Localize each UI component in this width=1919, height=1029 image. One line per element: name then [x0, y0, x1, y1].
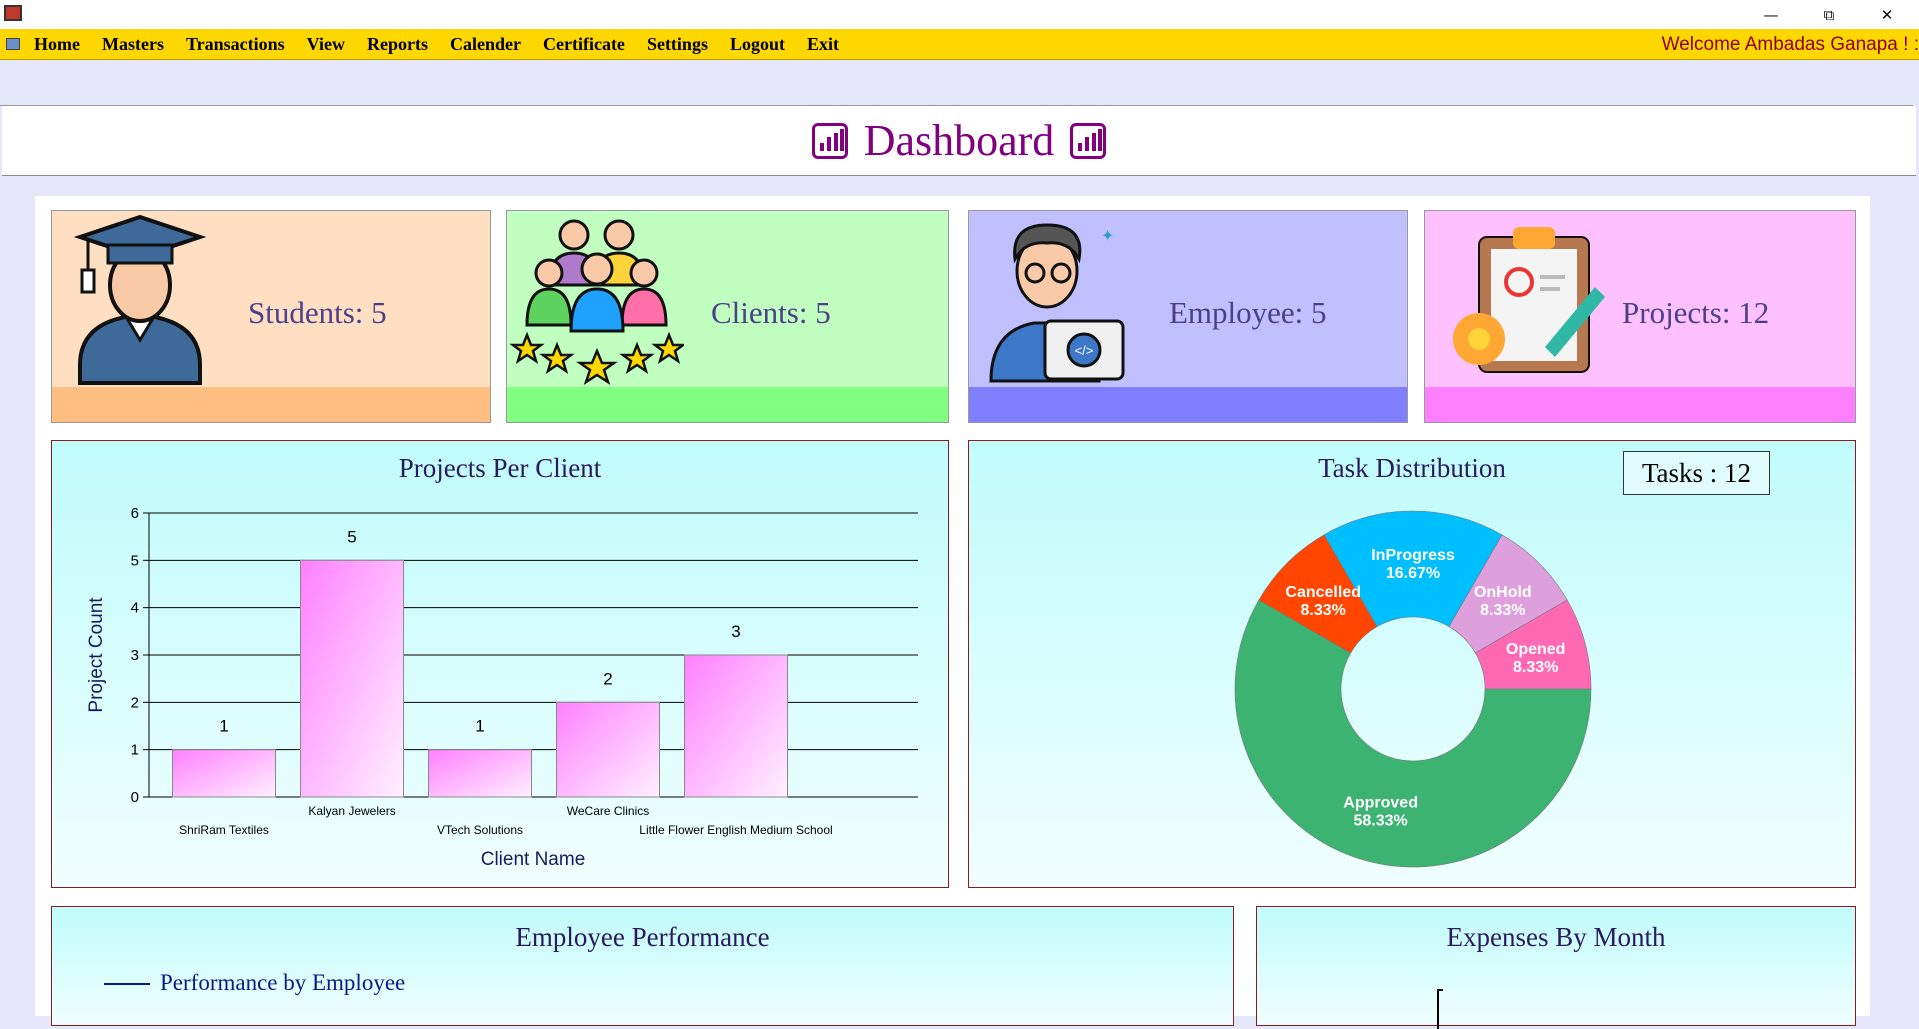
bar-chart-icon [1070, 122, 1107, 159]
project-clipboard-icon [1453, 227, 1605, 373]
minimize-icon[interactable]: — [1742, 0, 1800, 29]
menu-app-icon [6, 38, 20, 50]
dashboard-header: Dashboard [2, 106, 1916, 176]
clients-count-label: Clients: 5 [711, 295, 831, 330]
y-tick-label: 2 [131, 694, 139, 711]
menu-item-logout[interactable]: Logout [730, 34, 785, 55]
x-tick-label: WeCare Clinics [567, 804, 649, 818]
bar [172, 749, 276, 798]
menu-item-home[interactable]: Home [34, 34, 80, 55]
y-tick-label: 1 [131, 742, 139, 759]
app-icon [4, 5, 22, 21]
projects-count-label: Projects: 12 [1622, 295, 1770, 330]
menu-item-masters[interactable]: Masters [102, 34, 164, 55]
svg-text:</>: </> [1075, 343, 1094, 358]
legend-line [104, 983, 150, 985]
projects-card[interactable]: Projects: 12 [1424, 210, 1856, 423]
bar-data-label: 1 [219, 717, 228, 736]
menu-item-certificate[interactable]: Certificate [543, 34, 625, 55]
slice-label: InProgress [1371, 547, 1455, 564]
bar-data-label: 5 [347, 527, 356, 546]
svg-text:✦: ✦ [1101, 228, 1114, 245]
menu-item-settings[interactable]: Settings [647, 34, 708, 55]
slice-percent: 8.33% [1513, 659, 1558, 676]
menu-item-view[interactable]: View [307, 34, 345, 55]
employee-card[interactable]: </> ✦ Employee: 5 [968, 210, 1408, 423]
students-count-label: Students: 5 [248, 295, 387, 330]
bar [684, 654, 788, 798]
menu-items: Home Masters Transactions View Reports Calend… [34, 29, 861, 60]
panel-title: Employee Performance [515, 922, 770, 952]
menu-bar: Home Masters Transactions View Reports Calend… [0, 29, 1919, 60]
slice-label: Cancelled [1285, 584, 1361, 601]
welcome-text: Welcome Ambadas Ganapa ! : [1661, 34, 1919, 55]
slice-percent: 8.33% [1480, 602, 1525, 619]
developer-icon: </> ✦ [989, 223, 1125, 383]
slice-label: OnHold [1474, 584, 1532, 601]
bar-data-label: 3 [731, 622, 740, 641]
slice-label: Approved [1343, 795, 1418, 812]
menu-item-exit[interactable]: Exit [807, 34, 839, 55]
menu-item-reports[interactable]: Reports [367, 34, 428, 55]
x-tick-label: ShriRam Textiles [179, 823, 269, 837]
task-distribution-panel: Task Distribution Tasks : 12 InProgress 1… [968, 440, 1856, 888]
bar [556, 701, 660, 798]
restore-icon[interactable]: ⧉ [1800, 0, 1858, 29]
card-footer-bar [52, 387, 490, 422]
students-card[interactable]: Students: 5 [51, 210, 491, 423]
y-axis-label: Project Count [86, 597, 107, 713]
card-footer-bar [507, 387, 948, 422]
employee-count-label: Employee: 5 [1169, 295, 1327, 330]
close-icon[interactable]: ✕ [1858, 0, 1916, 29]
x-tick-label: Little Flower English Medium School [639, 823, 832, 837]
y-tick-label: 5 [131, 552, 139, 569]
menu-item-transactions[interactable]: Transactions [186, 34, 285, 55]
scrollbar[interactable] [1913, 61, 1919, 1016]
y-tick-label: 0 [131, 789, 139, 806]
bar [428, 749, 532, 798]
bar-chart-icon [811, 122, 848, 159]
slice-percent: 16.67% [1386, 565, 1440, 582]
graduate-icon [73, 215, 207, 385]
x-axis-label: Client Name [481, 849, 586, 870]
clients-card[interactable]: Clients: 5 [506, 210, 949, 423]
bar [300, 559, 404, 798]
y-tick-label: 4 [131, 600, 139, 617]
y-tick-label: 3 [131, 647, 139, 664]
bar-data-label: 1 [475, 717, 484, 736]
slice-label: Opened [1506, 641, 1566, 658]
window-titlebar: — ⧉ ✕ [0, 0, 1919, 29]
chart-axis [1437, 989, 1443, 1029]
bar-data-label: 2 [603, 669, 612, 688]
card-footer-bar [969, 387, 1407, 422]
x-tick-label: VTech Solutions [437, 823, 523, 837]
projects-bar-chart: 0 1 2 3 4 5 6 1 ShriRam Textiles 5 Kalyan Jewelers… [86, 505, 918, 870]
page-title: Dashboard [863, 116, 1055, 165]
clients-group-icon [509, 219, 684, 385]
slice-percent: 58.33% [1354, 813, 1408, 830]
toolstrip [0, 61, 1919, 106]
y-tick-label: 6 [131, 505, 139, 522]
expenses-by-month-panel: Expenses By Month [1256, 906, 1856, 1029]
employee-performance-panel: Employee Performance Performance by Empl… [51, 906, 1234, 1026]
menu-item-calender[interactable]: Calender [450, 34, 521, 55]
card-footer-bar [1425, 387, 1855, 422]
panel-title: Expenses By Month [1446, 922, 1666, 952]
task-donut-chart: InProgress16.67%OnHold8.33%Opened8.33%Ap… [1234, 510, 1592, 868]
legend-label: Performance by Employee [160, 970, 406, 995]
slice-percent: 8.33% [1301, 602, 1346, 619]
x-tick-label: Kalyan Jewelers [308, 804, 395, 818]
projects-per-client-panel: Projects Per Client 0 1 2 3 4 5 6 1 ShriRam Text… [51, 440, 949, 888]
